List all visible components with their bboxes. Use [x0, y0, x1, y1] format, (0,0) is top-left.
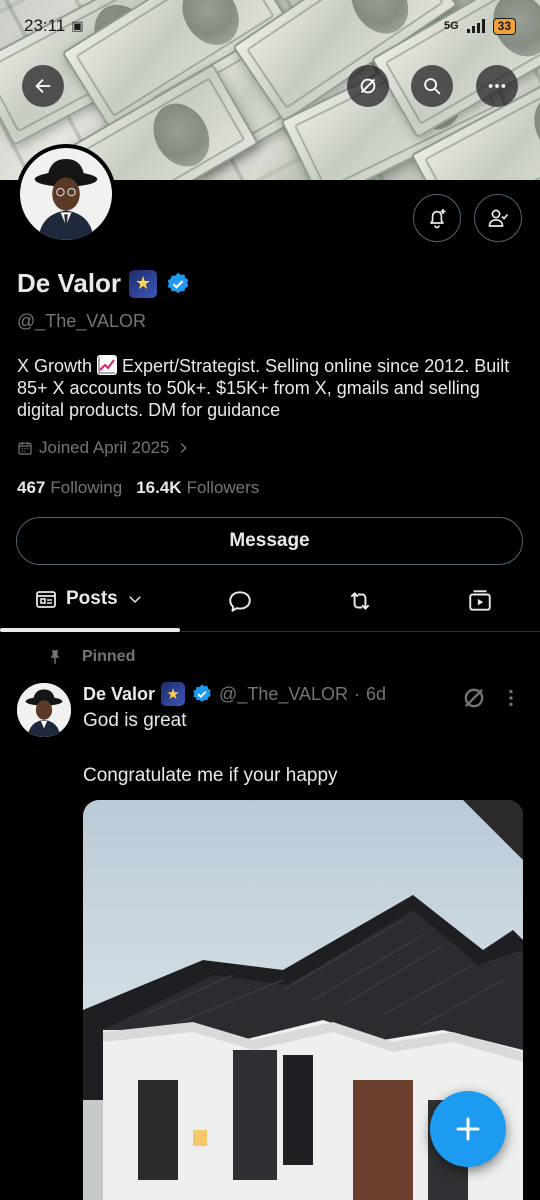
notifications-button[interactable]	[413, 194, 461, 242]
post-separator: ·	[354, 683, 361, 704]
message-button[interactable]: Message	[16, 517, 523, 565]
more-button[interactable]	[476, 65, 518, 107]
battery-indicator: 33	[492, 17, 516, 35]
post-author-handle: @_The_VALOR	[219, 683, 349, 704]
bio-text: X Growth	[17, 356, 98, 376]
person-check-icon	[488, 209, 509, 227]
pinned-label: Pinned	[46, 648, 135, 666]
profile-name: De Valor	[17, 268, 122, 298]
grok-button[interactable]	[347, 65, 389, 107]
tab-posts[interactable]: Posts	[34, 587, 144, 611]
media-icon[interactable]	[467, 588, 493, 614]
profile-avatar[interactable]	[16, 144, 116, 244]
grok-icon[interactable]	[460, 684, 488, 712]
more-icon	[488, 84, 506, 88]
avatar-image	[20, 148, 112, 240]
plus-icon	[456, 1117, 480, 1141]
search-button[interactable]	[411, 65, 453, 107]
pinned-text: Pinned	[82, 648, 136, 665]
post-author-name[interactable]: De Valor	[83, 684, 155, 705]
arrow-left-icon	[35, 78, 51, 94]
tab-posts-label: Posts	[66, 588, 118, 609]
follow-stats: 467 Following 16.4K Followers	[17, 478, 259, 498]
bell-plus-icon	[430, 209, 446, 229]
grok-icon	[360, 78, 376, 94]
calendar-icon	[18, 442, 32, 455]
profile-name-row: De Valor ★	[17, 268, 191, 299]
verified-badge-icon[interactable]	[165, 271, 191, 297]
following-link[interactable]: 467 Following	[17, 478, 122, 498]
following-label: Following	[50, 478, 123, 497]
chevron-down-icon	[128, 596, 141, 604]
followers-count: 16.4K	[136, 478, 182, 497]
reply-icon[interactable]	[227, 588, 253, 614]
followers-label: Followers	[186, 478, 260, 497]
more-vertical-icon[interactable]	[500, 684, 522, 712]
active-tab-indicator	[0, 628, 180, 632]
status-bar: 23:11 ▣ 5G 33	[0, 0, 540, 52]
verified-badge-icon	[193, 684, 211, 702]
profile-tabs: Posts	[0, 572, 540, 632]
chart-increasing-icon	[97, 355, 118, 375]
back-button[interactable]	[22, 65, 64, 107]
notification-icon: ▣	[71, 18, 84, 33]
joined-date[interactable]: Joined April 2025	[17, 438, 191, 458]
shooting-star-icon: ★	[129, 269, 158, 298]
search-icon	[424, 78, 441, 95]
pin-icon	[50, 650, 60, 664]
post-header: De Valor ★ @_The_VALOR · 6d	[83, 682, 386, 706]
post-text-line: God is great	[83, 710, 187, 731]
shooting-star-icon: ★	[161, 682, 186, 706]
following-button[interactable]	[474, 194, 522, 242]
post-author-avatar[interactable]	[17, 683, 71, 737]
repost-icon[interactable]	[347, 588, 373, 614]
chevron-right-icon	[180, 442, 188, 454]
joined-text: Joined April 2025	[39, 438, 170, 457]
profile-bio: X Growth Expert/Strategist. Selling onli…	[17, 355, 523, 421]
post-text-line: Congratulate me if your happy	[83, 765, 338, 786]
network-label: 5G	[443, 20, 459, 32]
status-time: 23:11	[24, 16, 66, 35]
signal-icon	[466, 19, 485, 33]
compose-button[interactable]	[430, 1091, 506, 1167]
followers-link[interactable]: 16.4K Followers	[136, 478, 259, 498]
profile-handle: @_The_VALOR	[17, 311, 146, 331]
posts-icon	[36, 591, 56, 608]
post-age: 6d	[366, 683, 387, 704]
following-count: 467	[17, 478, 46, 497]
